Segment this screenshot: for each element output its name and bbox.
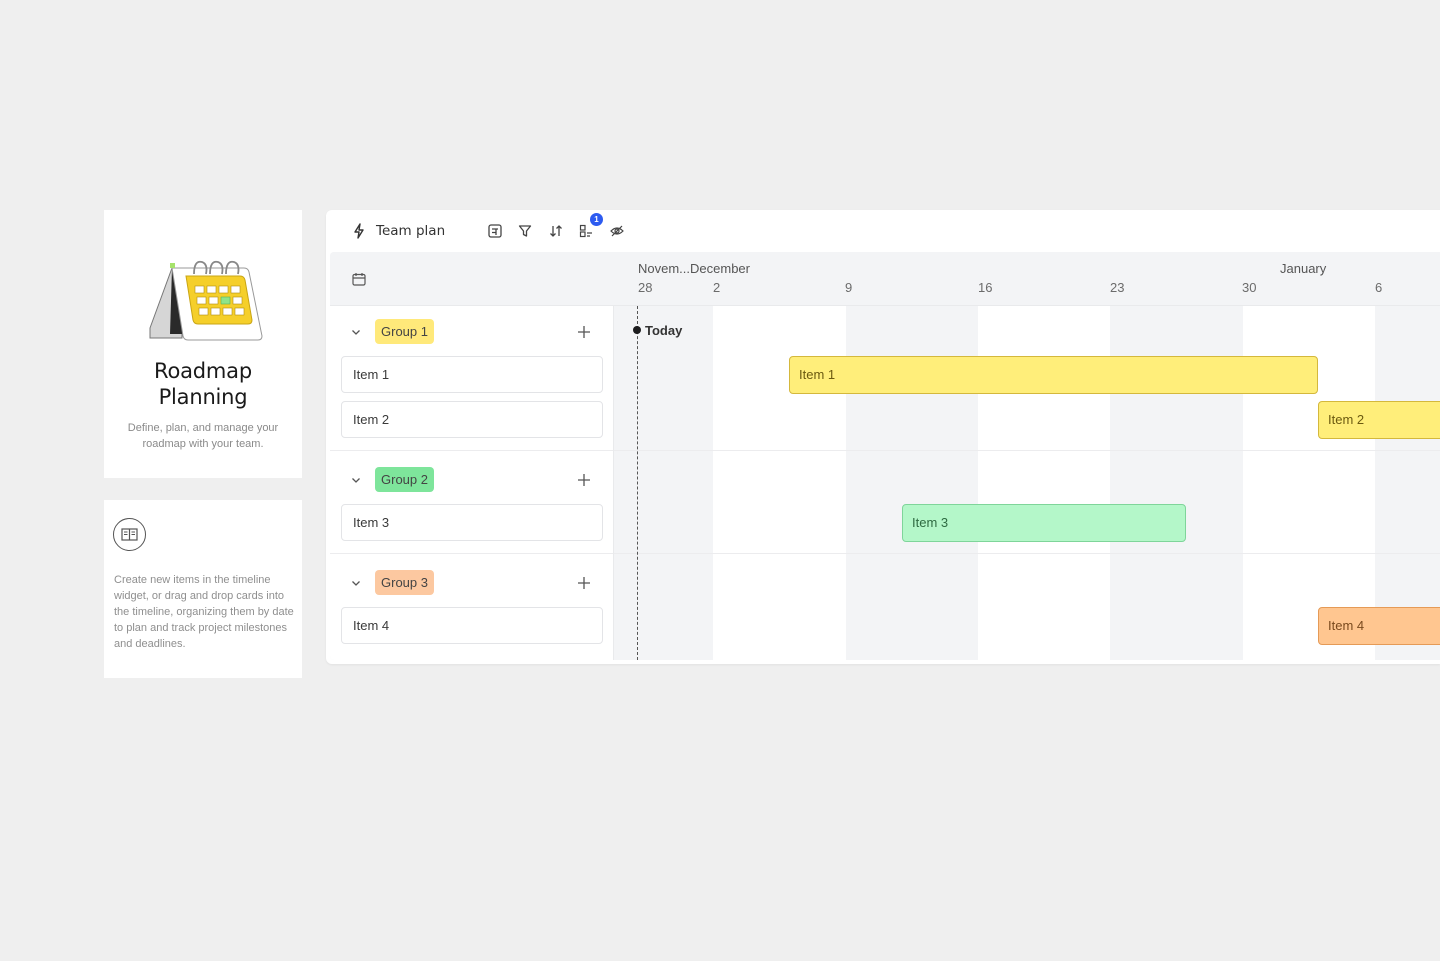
day-label: 28	[638, 280, 653, 295]
group-divider	[330, 553, 613, 554]
card-view-icon[interactable]	[487, 223, 503, 239]
day-label: 23	[1110, 280, 1125, 295]
intro-title-line1: Roadmap	[154, 359, 252, 383]
intro-title: Roadmap Planning	[104, 358, 302, 410]
group-header: Group 3	[330, 561, 614, 605]
day-label: 16	[978, 280, 993, 295]
timeline-bar-item-4[interactable]: Item 4	[1318, 607, 1440, 645]
today-label: Today	[645, 323, 683, 338]
timeline-widget[interactable]: Team plan 1 Novem...December January 28 …	[326, 210, 1440, 664]
book-icon	[113, 518, 146, 551]
today-marker-dot	[633, 326, 641, 334]
timeline-header: Novem...December January 28 2 9 16 23 30…	[330, 252, 1440, 306]
group-divider	[614, 450, 1440, 451]
group-header: Group 2	[330, 458, 614, 502]
month-label: Novem...December	[638, 261, 750, 276]
group-tag[interactable]: Group 2	[375, 467, 434, 492]
intro-card: Roadmap Planning Define, plan, and manag…	[104, 210, 302, 478]
calendar-icon[interactable]	[352, 272, 366, 286]
timeline-grid: Novem...December January 28 2 9 16 23 30…	[330, 252, 1440, 660]
chevron-down-icon[interactable]	[349, 576, 363, 590]
group-divider	[330, 450, 613, 451]
filter-icon[interactable]	[517, 223, 533, 239]
item-card[interactable]: Item 4	[341, 607, 603, 644]
month-label: January	[1280, 261, 1327, 276]
item-card[interactable]: Item 3	[341, 504, 603, 541]
timeline-bar-item-2[interactable]: Item 2	[1318, 401, 1440, 439]
chevron-down-icon[interactable]	[349, 325, 363, 339]
bolt-icon	[354, 223, 364, 239]
intro-description: Define, plan, and manage your roadmap wi…	[127, 422, 279, 450]
item-card[interactable]: Item 1	[341, 356, 603, 393]
widget-title[interactable]: Team plan	[376, 223, 445, 239]
sort-icon[interactable]	[548, 223, 564, 239]
hide-icon[interactable]	[609, 223, 625, 239]
day-label: 9	[845, 280, 853, 295]
tip-card: Create new items in the timeline widget,…	[104, 500, 302, 678]
groups-panel: Group 1 Item 1 Item 2 Group 2 Item 3 Gro…	[330, 306, 614, 660]
group-tag[interactable]: Group 1	[375, 319, 434, 344]
timeline-bar-item-1[interactable]: Item 1	[789, 356, 1318, 394]
day-label: 30	[1242, 280, 1257, 295]
day-label: 2	[713, 280, 721, 295]
add-item-icon[interactable]	[576, 575, 592, 591]
today-marker-line	[637, 306, 638, 660]
group-header: Group 1	[330, 310, 614, 354]
timeline-bar-item-3[interactable]: Item 3	[902, 504, 1186, 542]
group-tag[interactable]: Group 3	[375, 570, 434, 595]
day-label: 6	[1375, 280, 1383, 295]
add-item-icon[interactable]	[576, 324, 592, 340]
tip-description: Create new items in the timeline widget,…	[114, 574, 294, 650]
group-divider	[614, 553, 1440, 554]
intro-title-line2: Planning	[158, 385, 248, 409]
calendar-illustration-icon	[149, 260, 263, 341]
widget-toolbar: Team plan 1	[326, 210, 1440, 252]
item-card[interactable]: Item 2	[341, 401, 603, 438]
timeline-area[interactable]: Today Item 1 Item 2 Item 3 Item 4	[614, 306, 1440, 660]
chevron-down-icon[interactable]	[349, 473, 363, 487]
week-column	[614, 306, 713, 660]
group-by-icon[interactable]	[578, 223, 594, 239]
add-item-icon[interactable]	[576, 472, 592, 488]
group-count-badge: 1	[590, 213, 603, 226]
